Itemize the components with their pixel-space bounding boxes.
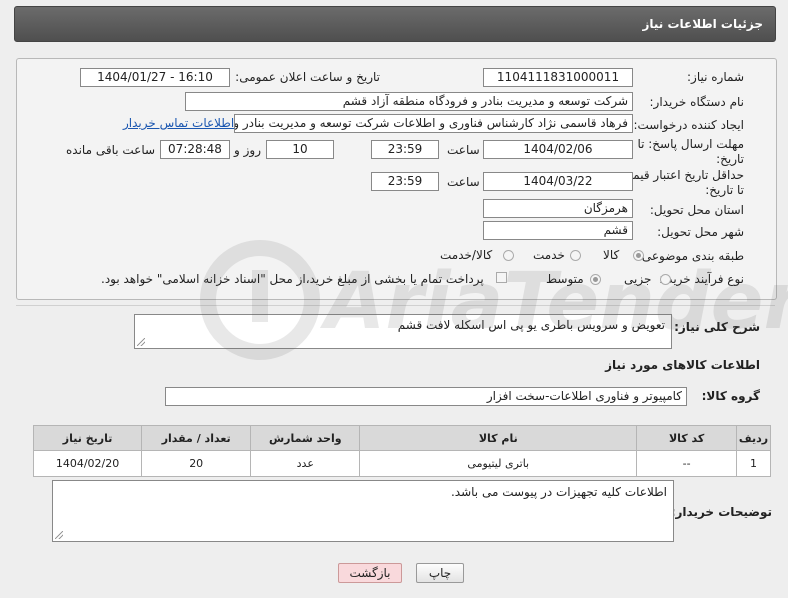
description-label: شرح کلی نیاز: (674, 320, 760, 334)
category-label: طبقه بندی موضوعی: (637, 249, 744, 263)
page-title: جزئیات اطلاعات نیاز (642, 17, 763, 31)
deadline-time-label: ساعت (447, 143, 480, 157)
goods-group-label: گروه کالا: (701, 389, 760, 403)
validity-time-field[interactable]: 23:59 (371, 172, 439, 191)
city-field[interactable]: قشم (483, 221, 633, 240)
cell-row-number: 1 (736, 450, 771, 477)
category-option-service: خدمت (533, 248, 565, 262)
category-radio-service[interactable] (570, 250, 581, 261)
category-radio-goods[interactable] (633, 250, 644, 261)
cell-quantity: 20 (141, 450, 252, 477)
province-field[interactable]: هرمزگان (483, 199, 633, 218)
validity-label: حداقل تاریخ اعتبار قیمت: (617, 168, 744, 182)
city-label: شهر محل تحویل: (657, 225, 744, 239)
need-number-field[interactable]: 1104111831000011 (483, 68, 633, 87)
process-option-medium: متوسط (546, 272, 584, 286)
column-header-quantity: تعداد / مقدار (141, 425, 252, 451)
separator (16, 305, 775, 306)
treasury-payment-checkbox[interactable] (496, 272, 507, 283)
province-label: استان محل تحویل: (649, 203, 744, 217)
deadline-label-date: تاریخ: (716, 152, 744, 166)
back-button[interactable]: بازگشت (338, 563, 402, 583)
days-field[interactable]: 10 (266, 140, 334, 159)
column-header-item-code: کد کالا (636, 425, 738, 451)
buyer-contact-link[interactable]: اطلاعات تماس خریدار (123, 116, 234, 130)
cell-unit: عدد (250, 450, 361, 477)
creator-label: ایجاد کننده درخواست: (633, 118, 744, 132)
process-option-minor: جزیی (624, 272, 652, 286)
goods-group-field[interactable]: کامپیوتر و فناوری اطلاعات-سخت افزار (165, 387, 687, 406)
process-label: نوع فرآیند خرید : (659, 272, 744, 286)
column-header-item-name: نام کالا (359, 425, 638, 451)
process-radio-medium[interactable] (590, 274, 601, 285)
cell-item-name: باتری لیتیومی (359, 450, 638, 477)
table-row: 1 -- باتری لیتیومی عدد 20 1404/02/20 (32, 450, 771, 477)
cell-item-code: -- (636, 450, 738, 477)
announce-field[interactable]: 1404/01/27 - 16:10 (80, 68, 230, 87)
buyer-notes-textarea[interactable]: اطلاعات کلیه تجهیزات در پیوست می باشد. (52, 480, 674, 542)
announce-label: تاریخ و ساعت اعلان عمومی: (235, 70, 380, 84)
resize-grip-icon[interactable] (55, 531, 63, 539)
validity-label-date: تا تاریخ: (705, 183, 744, 197)
treasury-payment-note: پرداخت تمام یا بخشی از مبلغ خرید،از محل … (101, 272, 484, 286)
days-label: روز و (234, 143, 261, 157)
creator-field[interactable]: فرهاد قاسمی نژاد کارشناس فناوری و اطلاعا… (234, 114, 633, 133)
column-header-unit: واحد شمارش (250, 425, 361, 451)
buyer-org-field[interactable]: شرکت توسعه و مدیریت بنادر و فرودگاه منطق… (185, 92, 633, 111)
remaining-time-field[interactable]: 07:28:48 (160, 140, 230, 159)
category-option-goods-service: کالا/خدمت (440, 248, 493, 262)
deadline-label: مهلت ارسال پاسخ: تا (637, 137, 744, 151)
column-header-need-date: تاریخ نیاز (32, 425, 143, 451)
category-option-goods: کالا (603, 248, 620, 262)
buyer-org-label: نام دستگاه خریدار: (649, 95, 745, 109)
resize-grip-icon[interactable] (137, 338, 145, 346)
description-textarea[interactable]: تعویض و سرویس باطری یو پی اس اسکله لافت … (134, 314, 672, 349)
description-text: تعویض و سرویس باطری یو پی اس اسکله لافت … (397, 318, 665, 332)
deadline-date-field[interactable]: 1404/02/06 (483, 140, 633, 159)
buyer-notes-text: اطلاعات کلیه تجهیزات در پیوست می باشد. (450, 485, 667, 499)
process-radio-minor[interactable] (660, 274, 671, 285)
deadline-time-field[interactable]: 23:59 (371, 140, 439, 159)
print-button[interactable]: چاپ (416, 563, 464, 583)
validity-date-field[interactable]: 1404/03/22 (483, 172, 633, 191)
validity-time-label: ساعت (447, 175, 480, 189)
table-header-row: ردیف کد کالا نام کالا واحد شمارش تعداد /… (32, 425, 771, 451)
goods-section-title: اطلاعات کالاهای مورد نیاز (605, 358, 760, 372)
buyer-notes-label: توضیحات خریدار: (670, 505, 772, 519)
category-radio-goods-service[interactable] (503, 250, 514, 261)
goods-table: ردیف کد کالا نام کالا واحد شمارش تعداد /… (32, 425, 771, 477)
column-header-row-number: ردیف (736, 425, 771, 451)
cell-need-date: 1404/02/20 (32, 450, 143, 477)
need-number-label: شماره نیاز: (687, 70, 744, 84)
remaining-label: ساعت باقی مانده (66, 143, 156, 157)
page-title-bar: جزئیات اطلاعات نیاز (14, 6, 776, 42)
